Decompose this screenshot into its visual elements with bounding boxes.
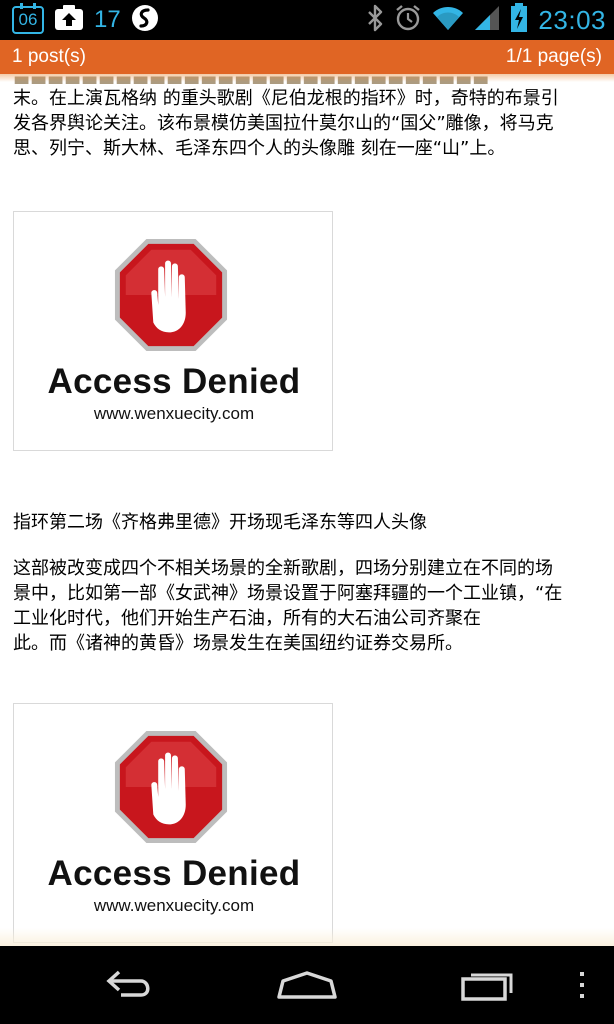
article-image[interactable]: Access Denied www.wenxuecity.com [13,703,333,943]
text-line: 景中，比如第一部《女武神》场景设置于阿塞拜疆的一个工业镇，“在 [13,583,563,604]
image-site: www.wenxuecity.com [93,404,255,423]
article-paragraph-2: 这部被改变成四个不相关场景的全新歌剧，四场分别建立在不同的场 景中，比如第一部《… [13,556,603,656]
text-line: 末。在上演瓦格纳 的重头歌剧《尼伯龙根的指环》时，奇特的布景引 [13,88,559,109]
stop-hand-icon [114,238,228,352]
image-title: Access Denied [47,854,301,893]
menu-button[interactable] [552,958,612,1012]
caption-text: 指环第二场《齐格弗里德》开场现毛泽东等四人头像 [13,512,427,533]
post-info-bar: 1 post(s) 1/1 page(s) [0,40,614,74]
home-button[interactable] [262,958,352,1012]
article-paragraph-1: 末。在上演瓦格纳 的重头歌剧《尼伯龙根的指环》时，奇特的布景引 发各界舆论关注。… [13,86,603,161]
alarm-icon [394,4,422,36]
back-button[interactable] [82,958,172,1012]
back-icon [106,970,150,997]
stop-hand-icon [114,730,228,844]
text-line: 发各界舆论关注。该布景模仿美国拉什莫尔山的“国父”雕像，将马克 [13,113,554,134]
recent-apps-button[interactable] [442,958,532,1012]
post-count: 1 post(s) [12,46,86,67]
status-bar: 06 17 23:03 [0,0,614,40]
menu-icon [580,972,584,998]
article-content[interactable]: ■■■■■■■■■■■■■■■■■■■■■■■■■■■■ 末。在上演瓦格纳 的重… [0,74,614,946]
navigation-bar [0,946,614,1024]
text-line: 工业化时代，他们开始生产石油，所有的大石油公司齐聚在 [13,608,481,629]
clock-text: 23:03 [538,4,606,35]
text-line: 这部被改变成四个不相关场景的全新歌剧，四场分别建立在不同的场 [13,558,553,579]
shazam-icon [131,4,159,36]
page-count: 1/1 page(s) [505,46,602,67]
temperature-text: 17 [94,6,121,33]
image-site: www.wenxuecity.com [93,896,255,915]
home-icon [277,971,337,999]
text-line: 思、列宁、斯大林、毛泽东四个人的头像雕 刻在一座“山”上。 [13,138,506,159]
battery-charging-icon [510,3,528,37]
recent-apps-icon [461,973,513,1001]
scroll-fade [0,928,614,946]
upload-icon [54,5,84,35]
bar-shadow [0,74,614,82]
bluetooth-icon [366,4,384,36]
article-image[interactable]: Access Denied www.wenxuecity.com [13,211,333,451]
signal-icon [474,5,500,35]
calendar-icon: 06 [12,3,44,34]
wifi-icon [432,5,464,35]
text-line: 此。而《诸神的黄昏》场景发生在美国纽约证券交易所。 [13,633,463,654]
image-title: Access Denied [47,362,301,401]
image-caption: 指环第二场《齐格弗里德》开场现毛泽东等四人头像 [13,510,603,535]
